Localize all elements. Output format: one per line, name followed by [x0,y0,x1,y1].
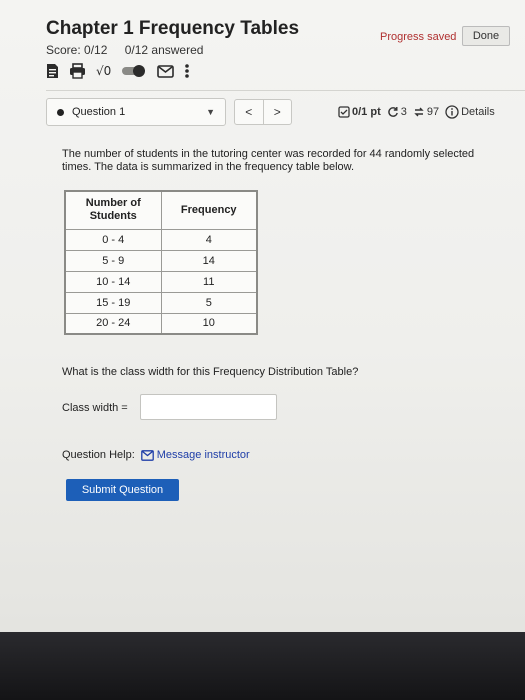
question-help-label: Question Help: [62,449,135,461]
table-row: 15 - 19 5 [64,291,258,314]
header-divider [46,90,525,91]
frequency-cell: 11 [160,270,258,293]
checkbox-icon [338,106,350,118]
sqrt-icon[interactable]: √0 [96,64,111,78]
question-select[interactable]: Question 1 ▼ [46,98,226,126]
status-dot-icon [57,108,64,116]
class-interval-cell: 20 - 24 [64,312,162,335]
frequency-cell: 4 [160,228,258,251]
column-header-frequency: Frequency [160,190,258,230]
class-width-input[interactable] [140,394,277,420]
score-line: Score: 0/12 0/12 answered [46,43,217,57]
column-header-students: Number of Students [64,190,162,230]
details-group[interactable]: Details [445,105,495,119]
frequency-cell: 14 [160,249,258,272]
class-interval-cell: 10 - 14 [64,270,162,293]
question-select-label: Question 1 [72,106,126,118]
toggle-icon[interactable] [121,64,147,78]
class-width-label: Class width = [62,402,128,414]
table-row: 20 - 24 10 [64,312,258,335]
table-header-row: Number of Students Frequency [64,190,258,230]
points-group: 0/1 pt [338,106,381,118]
table-row: 0 - 4 4 [64,228,258,251]
prev-question-button[interactable]: < [235,100,264,124]
class-interval-cell: 15 - 19 [64,291,162,314]
question-prompt: The number of students in the tutoring c… [62,148,475,173]
class-width-question: What is the class width for this Frequen… [62,366,359,378]
class-interval-cell: 5 - 9 [64,249,162,272]
mail-icon[interactable] [157,64,175,78]
message-instructor-label: Message instructor [156,449,250,461]
submit-question-button[interactable]: Submit Question [66,479,179,501]
message-instructor-link[interactable]: Message instructor [140,449,250,461]
frequency-cell: 5 [160,291,258,314]
retries-text: 3 [400,106,407,118]
frequency-table: Number of Students Frequency 0 - 4 4 5 -… [64,190,258,335]
monitor-bezel [0,632,525,700]
info-icon [445,105,459,119]
question-help: Question Help: Message instructor [62,449,250,461]
score-text: Score: 0/12 [46,43,108,57]
more-icon[interactable] [184,63,190,79]
frequency-cell: 10 [160,312,258,335]
retries-group: 3 [387,106,407,118]
mail-icon [140,449,154,461]
table-row: 5 - 9 14 [64,249,258,272]
attempts-icon [414,107,424,117]
details-link[interactable]: Details [461,106,495,118]
points-text: 0/1 pt [352,106,381,118]
document-icon[interactable] [46,63,59,79]
table-row: 10 - 14 11 [64,270,258,293]
print-icon[interactable] [69,63,86,79]
class-interval-cell: 0 - 4 [64,228,162,251]
toolbar: √0 [46,62,190,80]
answered-text: 0/12 answered [124,43,204,57]
progress-saved-status: Progress saved [380,31,457,43]
page-title: Chapter 1 Frequency Tables [46,18,300,39]
question-meta: 0/1 pt 3 97 Details [338,105,495,119]
question-nav-group: < > [234,99,292,125]
attempts-text: 97 [426,106,440,118]
next-question-button[interactable]: > [264,100,292,124]
done-button[interactable]: Done [462,26,510,46]
attempts-group: 97 [413,106,439,118]
screen: Chapter 1 Frequency Tables Progress save… [0,0,525,632]
caret-down-icon: ▼ [206,107,215,117]
retry-icon [388,107,398,117]
